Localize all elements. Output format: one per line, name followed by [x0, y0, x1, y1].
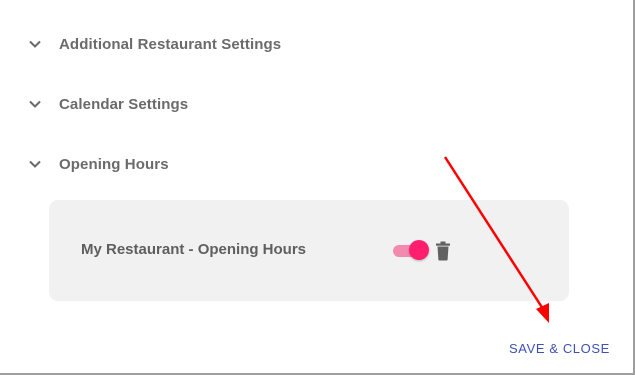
chevron-down-icon: [26, 35, 44, 53]
save-and-close-button[interactable]: SAVE & CLOSE: [509, 341, 610, 356]
section-label: Additional Restaurant Settings: [59, 35, 282, 53]
opening-hours-item-title: My Restaurant - Opening Hours: [81, 241, 307, 258]
toggle-thumb: [409, 240, 429, 260]
section-label: Opening Hours: [59, 155, 169, 173]
chevron-down-icon: [26, 155, 44, 173]
annotation-arrow: [443, 156, 549, 323]
trash-icon[interactable]: [435, 241, 451, 261]
opening-hours-card: My Restaurant - Opening Hours: [49, 200, 569, 301]
settings-panel: Additional Restaurant Settings Calendar …: [0, 0, 635, 375]
section-additional-restaurant-settings[interactable]: Additional Restaurant Settings: [26, 32, 281, 56]
chevron-down-icon: [26, 95, 44, 113]
section-opening-hours[interactable]: Opening Hours: [26, 152, 169, 176]
section-label: Calendar Settings: [59, 95, 189, 113]
opening-hours-toggle[interactable]: [393, 240, 431, 262]
section-calendar-settings[interactable]: Calendar Settings: [26, 92, 188, 116]
